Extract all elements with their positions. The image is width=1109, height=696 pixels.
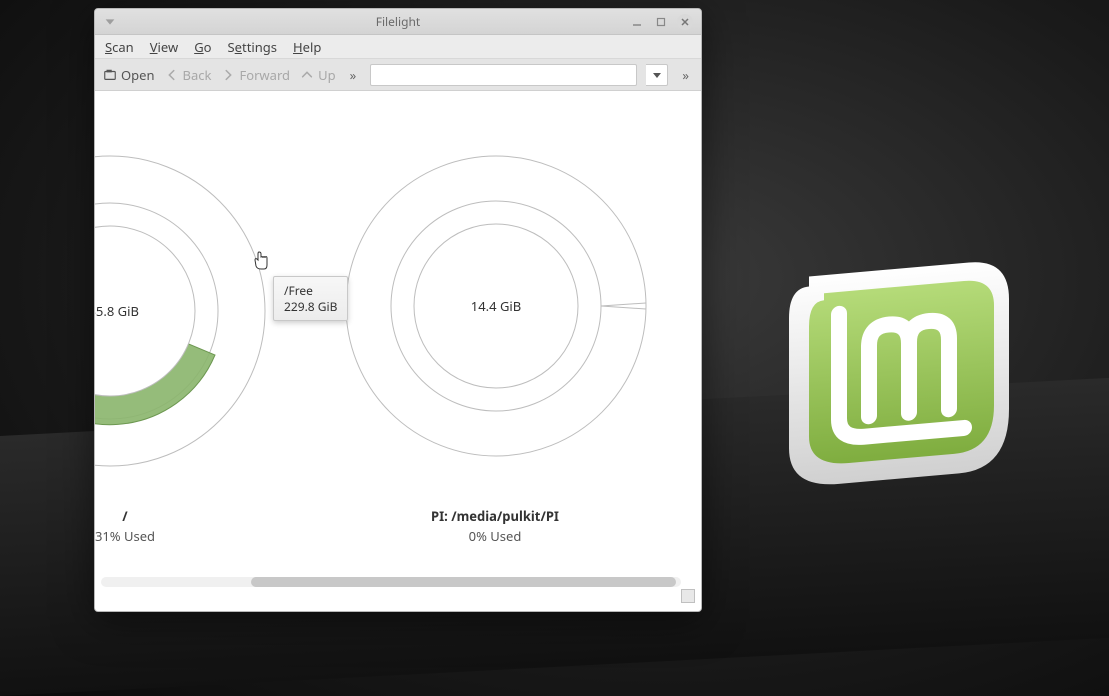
open-label: Open <box>121 66 155 84</box>
back-arrow-icon <box>165 68 179 82</box>
chart-subtitle-pi: 0% Used <box>395 527 595 545</box>
menu-go[interactable]: Go <box>194 38 211 56</box>
chart-caption-pi: PI: /media/pulkit/PI 0% Used <box>395 507 595 545</box>
up-arrow-icon <box>300 68 314 82</box>
up-button[interactable]: Up <box>300 66 336 84</box>
menu-help[interactable]: Help <box>293 38 321 56</box>
open-icon <box>103 68 117 82</box>
open-button[interactable]: Open <box>103 66 155 84</box>
chevron-down-icon <box>652 70 662 80</box>
disk-chart-pi-center-label: 14.4 GiB <box>471 297 521 315</box>
menu-scan[interactable]: Scan <box>105 38 134 56</box>
hover-tooltip: /Free 229.8 GiB <box>273 276 348 321</box>
horizontal-scrollbar[interactable] <box>101 577 681 587</box>
chart-title-pi: PI: /media/pulkit/PI <box>395 507 595 525</box>
forward-arrow-icon <box>221 68 235 82</box>
tooltip-value: 229.8 GiB <box>284 299 337 315</box>
forward-button[interactable]: Forward <box>221 66 290 84</box>
back-button[interactable]: Back <box>165 66 212 84</box>
app-window: Filelight Scan View Go Settings Help Ope… <box>94 8 702 612</box>
location-dropdown-button[interactable] <box>646 64 668 86</box>
chart-caption-root: / 31% Used <box>95 507 185 545</box>
up-label: Up <box>318 66 336 84</box>
toolbar: Open Back Forward Up » » <box>95 59 701 91</box>
minimize-button[interactable] <box>629 14 645 30</box>
chart-title-root: / <box>95 507 185 525</box>
scrollbar-thumb[interactable] <box>251 577 676 587</box>
titlebar[interactable]: Filelight <box>95 9 701 35</box>
window-title: Filelight <box>95 13 701 30</box>
menubar: Scan View Go Settings Help <box>95 35 701 59</box>
chart-area: 335.8 GiB 14.4 GiB / 31% Used <box>95 91 701 611</box>
disk-chart-pi[interactable]: 14.4 GiB <box>341 151 651 461</box>
toolbar-overflow-right-icon[interactable]: » <box>678 66 693 84</box>
location-bar[interactable] <box>370 64 637 86</box>
back-label: Back <box>183 66 212 84</box>
disk-chart-root[interactable]: 335.8 GiB <box>95 151 270 471</box>
tooltip-title: /Free <box>284 283 337 299</box>
content-area: 335.8 GiB 14.4 GiB / 31% Used <box>95 91 701 611</box>
chart-subtitle-root: 31% Used <box>95 527 185 545</box>
menu-settings[interactable]: Settings <box>228 38 277 56</box>
disk-chart-root-center-label: 335.8 GiB <box>95 302 139 320</box>
forward-label: Forward <box>239 66 290 84</box>
resize-grip[interactable] <box>681 589 695 603</box>
menu-view[interactable]: View <box>150 38 178 56</box>
toolbar-overflow-left-icon[interactable]: » <box>346 66 361 84</box>
maximize-button[interactable] <box>653 14 669 30</box>
close-button[interactable] <box>677 14 693 30</box>
